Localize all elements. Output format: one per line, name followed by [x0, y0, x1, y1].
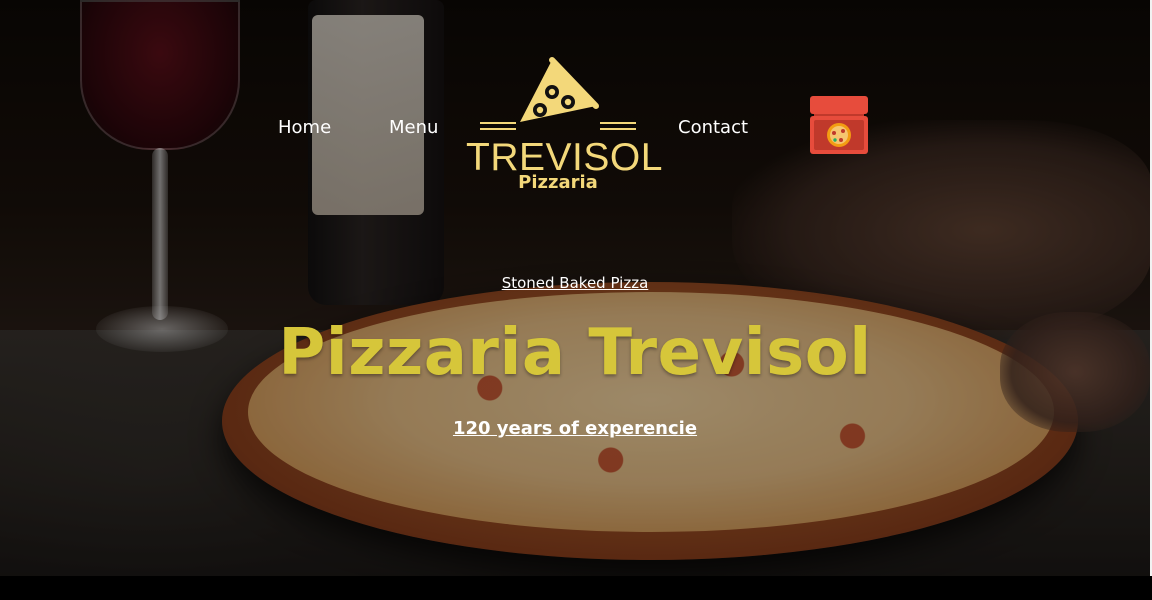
hero-eyebrow-link[interactable]: Stoned Baked Pizza: [0, 274, 1150, 292]
nav-link-home[interactable]: Home: [278, 118, 331, 138]
nav-link-contact[interactable]: Contact: [678, 118, 748, 138]
bottom-strip: [0, 576, 1152, 600]
hero-section: Home Menu TREVISOL Pizzaria Contact Ston…: [0, 0, 1150, 576]
logo[interactable]: TREVISOL Pizzaria: [466, 56, 662, 196]
hero-subtitle-link[interactable]: 120 years of experencie: [0, 418, 1150, 439]
logo-decorative-lines: [480, 122, 636, 130]
nav-link-menu[interactable]: Menu: [389, 118, 438, 138]
pizza-box-cart-icon: [810, 96, 868, 154]
logo-subtitle: Pizzaria: [518, 172, 598, 193]
hero-title: Pizzaria Trevisol: [278, 316, 872, 390]
cart-button[interactable]: [808, 94, 870, 156]
